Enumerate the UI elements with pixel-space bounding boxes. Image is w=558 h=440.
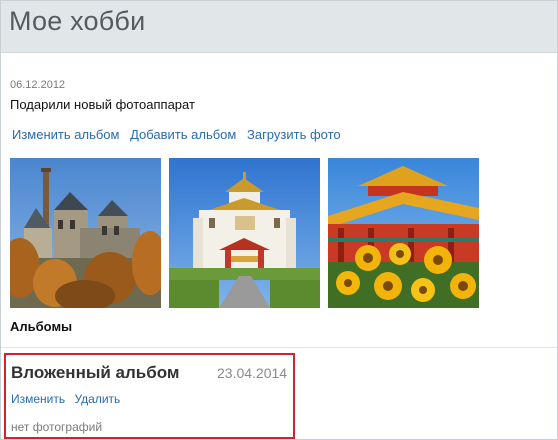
album-actions: Изменить альбом Добавить альбом Загрузит…	[12, 127, 348, 142]
album-photo-temple[interactable]	[169, 158, 320, 308]
nested-album-date: 23.04.2014	[217, 365, 288, 381]
edit-nested-album-link[interactable]: Изменить	[11, 392, 65, 406]
pagoda-flowers-photo	[328, 158, 479, 308]
delete-nested-album-link[interactable]: Удалить	[74, 392, 120, 406]
albums-section-label: Альбомы	[10, 319, 73, 334]
nested-album-title[interactable]: Вложенный альбом	[11, 363, 179, 383]
album-photo-pagoda[interactable]	[328, 158, 479, 308]
page-title: Мое хобби	[9, 6, 146, 36]
castle-photo	[10, 158, 161, 308]
nested-album-card: Вложенный альбом 23.04.2014 Изменить Уда…	[4, 353, 295, 439]
entry-date: 06.12.2012	[10, 79, 66, 91]
hobby-panel: Мое хобби 06.12.2012 Подарили новый фото…	[0, 0, 558, 440]
upload-photo-link[interactable]: Загрузить фото	[247, 127, 341, 142]
empty-album-text: нет фотографий	[11, 420, 103, 434]
entry-caption: Подарили новый фотоаппарат	[10, 97, 195, 112]
add-album-link[interactable]: Добавить альбом	[130, 127, 236, 142]
temple-photo	[169, 158, 320, 308]
section-divider	[1, 347, 557, 348]
edit-album-link[interactable]: Изменить альбом	[12, 127, 119, 142]
panel-header: Мое хобби	[1, 1, 557, 53]
album-photo-castle[interactable]	[10, 158, 161, 308]
nested-album-actions: Изменить Удалить	[11, 392, 126, 406]
